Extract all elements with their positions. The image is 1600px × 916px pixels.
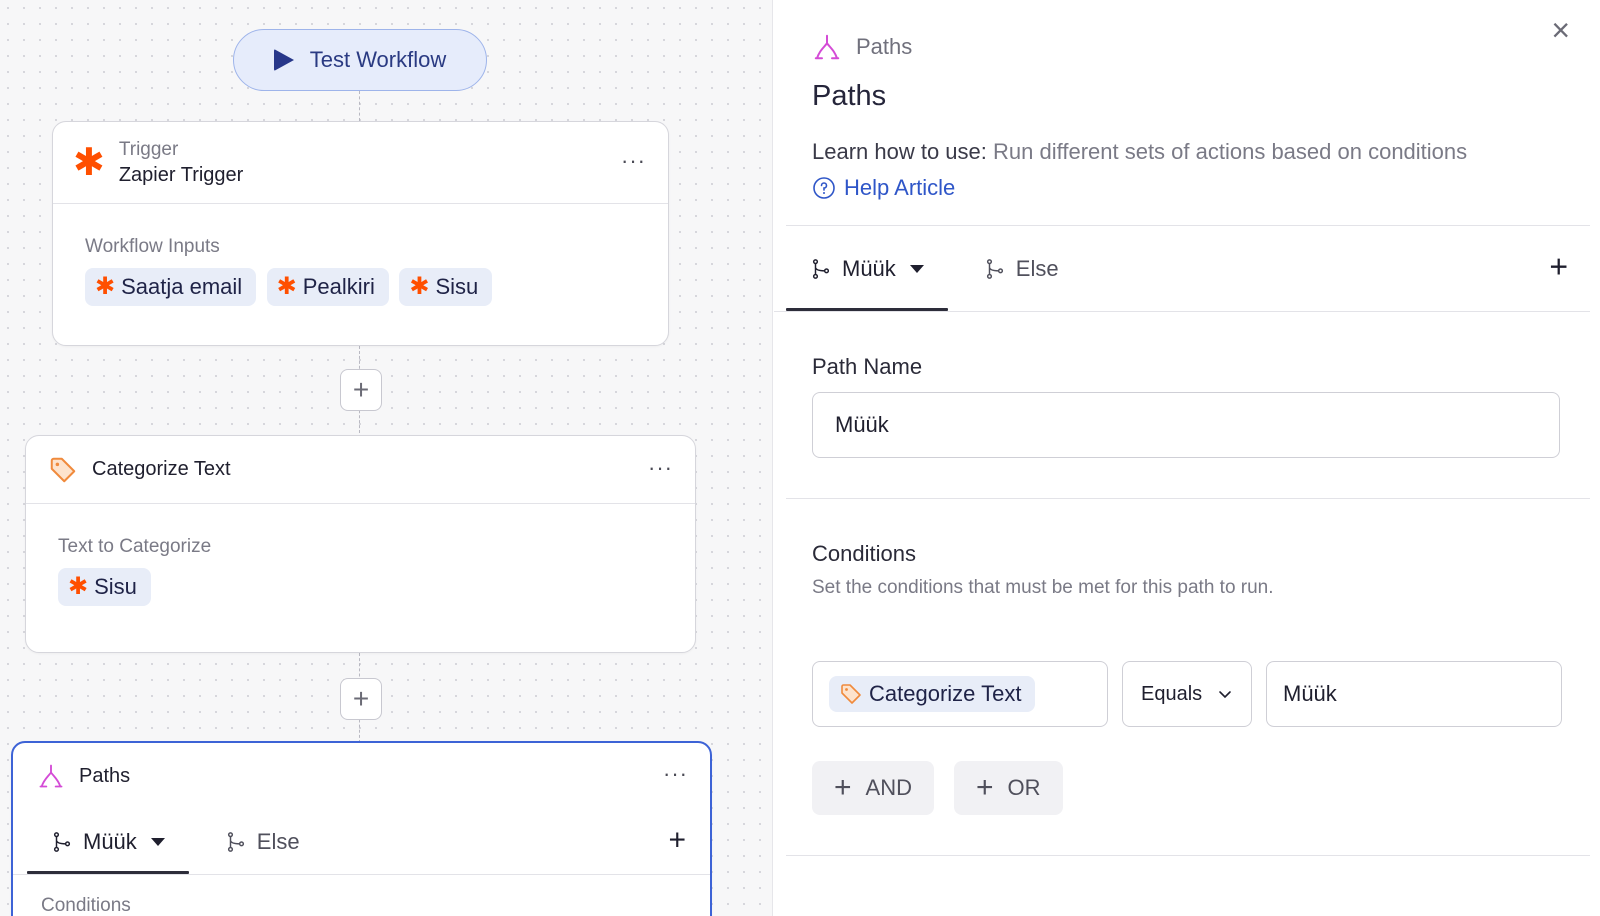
input-chip[interactable]: ✱ Sisu <box>58 568 151 606</box>
path-name-input[interactable]: Müük <box>812 392 1560 458</box>
condition-operator-select[interactable]: Equals <box>1122 661 1252 727</box>
add-path-button[interactable]: + <box>668 823 686 857</box>
conditions-title: Conditions <box>812 541 916 566</box>
field-chip[interactable]: Categorize Text <box>829 676 1036 712</box>
conditions-section: Conditions Set the conditions that must … <box>774 499 1600 815</box>
add-path-button[interactable]: + <box>1549 248 1568 285</box>
path-name-label: Path Name <box>812 354 923 379</box>
paths-node-title: Paths <box>79 764 131 787</box>
help-article-link[interactable]: Help Article <box>812 175 1570 201</box>
panel-header: Paths Paths Learn how to use: Run differ… <box>774 0 1600 201</box>
condition-row: Categorize Text Equals Müük <box>812 661 1570 727</box>
path-tabs: Müük Else + <box>774 226 1590 312</box>
paths-icon <box>814 34 840 60</box>
condition-value: Müük <box>1283 681 1337 706</box>
tab-label: Müük <box>842 255 896 281</box>
paths-more-button[interactable]: ··· <box>663 762 688 785</box>
trigger-node[interactable]: ✱ Trigger Zapier Trigger ··· Workflow In… <box>52 121 669 346</box>
zapier-asterisk-icon: ✱ <box>73 141 105 184</box>
path-name-section: Path Name Müük <box>774 312 1600 458</box>
text-to-categorize-label: Text to Categorize <box>58 536 212 557</box>
trigger-node-header: ✱ Trigger Zapier Trigger ··· <box>53 122 668 204</box>
breadcrumb-label: Paths <box>856 34 913 59</box>
branch-icon <box>812 258 830 279</box>
input-chip[interactable]: ✱ Sisu <box>399 268 493 306</box>
tab-label: Else <box>1015 255 1059 281</box>
help-article-label: Help Article <box>844 175 956 200</box>
chevron-down-icon <box>1219 691 1231 699</box>
input-chip[interactable]: ✱ Pealkiri <box>266 268 389 306</box>
page-title: Paths <box>812 80 887 112</box>
zapier-asterisk-icon: ✱ <box>95 273 116 300</box>
trigger-node-body: Workflow Inputs ✱ Saatja email ✱ Pealkiri … <box>53 204 668 306</box>
chip-label: Sisu <box>435 274 479 299</box>
conditions-description: Set the conditions that must be met for … <box>812 577 1274 598</box>
categorize-text-node[interactable]: Categorize Text ··· Text to Categorize ✱… <box>25 435 696 653</box>
plus-icon: + <box>975 771 994 804</box>
workflow-inputs-label: Workflow Inputs <box>85 236 220 257</box>
add-or-button[interactable]: + OR <box>953 761 1063 815</box>
tag-icon <box>50 457 76 482</box>
tab-label: Müük <box>83 828 137 854</box>
learn-description: Run different sets of actions based on c… <box>993 139 1468 164</box>
close-icon[interactable]: × <box>1551 14 1570 46</box>
add-and-button[interactable]: + AND <box>812 761 934 815</box>
condition-field-input[interactable]: Categorize Text <box>812 661 1108 727</box>
zapier-asterisk-icon: ✱ <box>409 273 430 300</box>
categorize-node-body: Text to Categorize ✱ Sisu <box>26 504 695 606</box>
learn-prefix: Learn how to use: <box>812 139 987 164</box>
chip-label: Pealkiri <box>302 274 375 299</box>
test-workflow-button[interactable]: Test Workflow <box>233 29 487 91</box>
categorize-title: Categorize Text <box>92 458 231 480</box>
trigger-title: Zapier Trigger <box>118 163 244 186</box>
branch-icon <box>227 831 244 852</box>
and-label: AND <box>865 775 912 800</box>
plus-icon: + <box>834 771 852 804</box>
operator-value: Equals <box>1141 682 1203 705</box>
paths-node-header: Paths ··· <box>13 743 710 809</box>
condition-value-input[interactable]: Müük <box>1266 661 1562 727</box>
field-chip-label: Categorize Text <box>869 681 1022 706</box>
connector-line <box>359 91 360 121</box>
paths-node-section-label: Conditions <box>41 895 131 916</box>
tab-else[interactable]: Else <box>960 226 1083 311</box>
categorize-more-button[interactable]: ··· <box>648 456 673 478</box>
zapier-asterisk-icon: ✱ <box>276 273 297 300</box>
play-icon <box>273 49 294 71</box>
workflow-inputs-chips: ✱ Saatja email ✱ Pealkiri ✱ Sisu <box>85 268 636 306</box>
trigger-more-button[interactable]: ··· <box>621 149 646 171</box>
breadcrumb: Paths <box>812 30 1570 64</box>
trigger-kind-label: Trigger <box>118 138 179 160</box>
trigger-node-titles: Trigger Zapier Trigger <box>119 138 244 188</box>
paths-node[interactable]: Paths ··· Müük Else + Conditions <box>11 741 712 916</box>
workflow-canvas[interactable]: Test Workflow ✱ Trigger Zapier Trigger ·… <box>0 0 773 916</box>
add-step-button[interactable]: + <box>340 678 382 720</box>
path-name-value: Müük <box>835 412 889 437</box>
input-chip[interactable]: ✱ Saatja email <box>85 268 257 306</box>
paths-node-section: Conditions <box>13 875 710 916</box>
tag-icon <box>841 684 861 704</box>
categorize-node-header: Categorize Text ··· <box>26 436 695 504</box>
paths-node-tabs: Müük Else + <box>13 809 710 875</box>
add-step-button[interactable]: + <box>340 369 382 411</box>
or-label: OR <box>1007 775 1041 800</box>
branch-icon <box>53 831 71 852</box>
learn-how-text: Learn how to use: Run different sets of … <box>812 137 1570 167</box>
tab-label: Else <box>256 828 300 854</box>
chevron-down-icon <box>150 837 165 846</box>
zapier-asterisk-icon: ✱ <box>68 573 89 600</box>
branch-icon <box>986 258 1003 279</box>
paths-config-panel: × Paths Paths Learn how to use: Run diff… <box>774 0 1600 916</box>
chevron-down-icon <box>909 264 924 273</box>
chip-label: Saatja email <box>121 274 243 299</box>
help-circle-icon <box>813 177 835 199</box>
tab-muuk[interactable]: Müük <box>27 809 189 874</box>
test-workflow-label: Test Workflow <box>309 47 447 72</box>
chip-label: Sisu <box>94 574 137 599</box>
tab-else[interactable]: Else <box>201 809 324 874</box>
condition-actions: + AND + OR <box>812 761 1570 815</box>
divider <box>786 855 1590 856</box>
tab-muuk[interactable]: Müük <box>786 226 948 311</box>
paths-icon <box>39 764 63 788</box>
